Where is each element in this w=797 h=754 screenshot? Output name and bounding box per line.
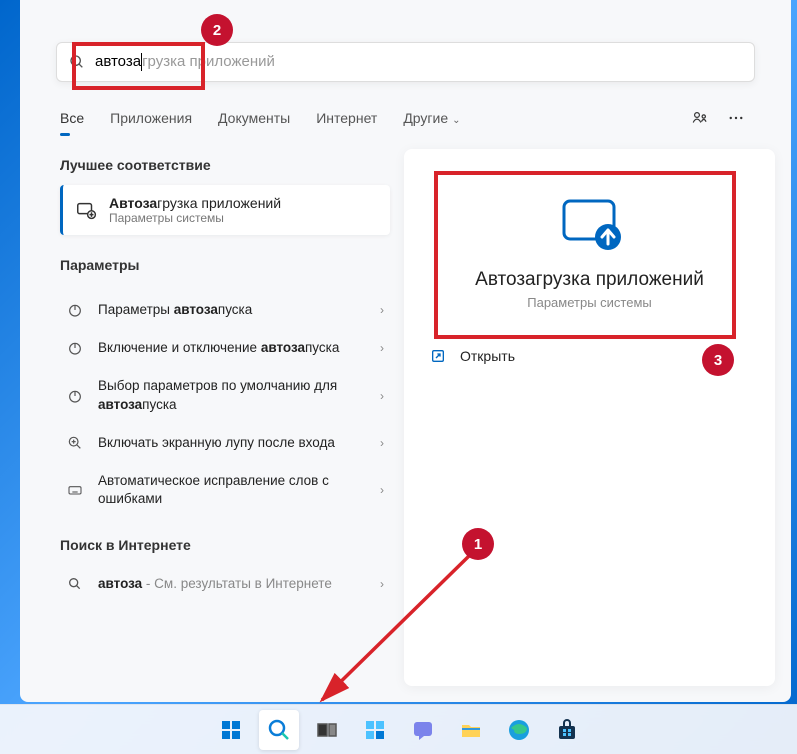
- magnifier-plus-icon: [66, 434, 84, 452]
- search-suggestion: грузка приложений: [142, 53, 275, 70]
- open-action[interactable]: Открыть: [422, 334, 757, 378]
- chevron-right-icon: ›: [380, 436, 384, 450]
- web-search-label: Поиск в Интернете: [60, 537, 390, 553]
- web-search-item[interactable]: автоза - См. результаты в Интернете ›: [60, 565, 390, 603]
- setting-item[interactable]: Выбор параметров по умолчанию для автоза…: [60, 367, 390, 423]
- setting-text: Параметры автозапуска: [98, 301, 366, 319]
- settings-list: Параметры автозапуска›Включение и отключ…: [60, 291, 390, 519]
- search-input[interactable]: автозагрузка приложений: [56, 42, 755, 82]
- taskbar-chat[interactable]: [403, 710, 443, 750]
- chevron-right-icon: ›: [380, 341, 384, 355]
- left-column: Лучшее соответствие Автозагрузка приложе…: [60, 149, 390, 686]
- startup-apps-large-icon: [558, 197, 622, 251]
- settings-label: Параметры: [60, 257, 390, 273]
- preview-subtitle: Параметры системы: [432, 295, 747, 310]
- tab-docs[interactable]: Документы: [218, 102, 290, 134]
- tabs-row: Все Приложения Документы Интернет Другие…: [20, 102, 791, 135]
- search-typed: автоза: [95, 53, 141, 70]
- search-icon: [69, 54, 85, 70]
- tab-all[interactable]: Все: [60, 102, 84, 134]
- taskbar-edge[interactable]: [499, 710, 539, 750]
- keyboard-icon: [66, 481, 84, 499]
- account-icon[interactable]: [685, 103, 715, 133]
- open-icon: [430, 348, 446, 364]
- taskbar-taskview[interactable]: [307, 710, 347, 750]
- chevron-right-icon: ›: [380, 303, 384, 317]
- chevron-down-icon: ⌄: [452, 115, 460, 126]
- chevron-right-icon: ›: [380, 389, 384, 403]
- setting-item[interactable]: Включать экранную лупу после входа ›: [60, 424, 390, 462]
- web-search-text: автоза - См. результаты в Интернете: [98, 575, 366, 593]
- search-text: автозагрузка приложений: [95, 53, 275, 71]
- power-icon: [66, 301, 84, 319]
- taskbar-widgets[interactable]: [355, 710, 395, 750]
- tab-apps[interactable]: Приложения: [110, 102, 192, 134]
- best-match-subtitle: Параметры системы: [109, 211, 281, 225]
- taskbar-store[interactable]: [547, 710, 587, 750]
- chevron-right-icon: ›: [380, 577, 384, 591]
- power-icon: [66, 339, 84, 357]
- taskbar-start[interactable]: [211, 710, 251, 750]
- setting-item[interactable]: Включение и отключение автозапуска ›: [60, 329, 390, 367]
- open-label: Открыть: [460, 348, 515, 364]
- tab-more-label: Другие: [403, 110, 448, 126]
- search-panel: автозагрузка приложений Все Приложения Д…: [20, 0, 791, 702]
- taskbar-explorer[interactable]: [451, 710, 491, 750]
- best-match-label: Лучшее соответствие: [60, 157, 390, 173]
- best-match-title: Автозагрузка приложений: [109, 195, 281, 211]
- setting-item[interactable]: Автоматическое исправление слов с ошибка…: [60, 462, 390, 518]
- setting-item[interactable]: Параметры автозапуска ›: [60, 291, 390, 329]
- taskbar-search[interactable]: [259, 710, 299, 750]
- best-match-item[interactable]: Автозагрузка приложений Параметры систем…: [60, 185, 390, 235]
- power-icon: [66, 387, 84, 405]
- preview-card: Автозагрузка приложений Параметры систем…: [404, 149, 775, 686]
- more-options-icon[interactable]: [721, 103, 751, 133]
- search-icon: [66, 575, 84, 593]
- right-column: Автозагрузка приложений Параметры систем…: [404, 149, 775, 686]
- chevron-right-icon: ›: [380, 483, 384, 497]
- preview-box: Автозагрузка приложений Параметры систем…: [422, 167, 757, 334]
- tab-web[interactable]: Интернет: [316, 102, 377, 134]
- setting-text: Выбор параметров по умолчанию для автоза…: [98, 377, 366, 413]
- setting-text: Включение и отключение автозапуска: [98, 339, 366, 357]
- taskbar: [0, 704, 797, 754]
- search-bar-container: автозагрузка приложений: [20, 0, 791, 82]
- tab-more[interactable]: Другие ⌄: [403, 102, 460, 134]
- content-row: Лучшее соответствие Автозагрузка приложе…: [20, 135, 791, 702]
- startup-apps-icon: [75, 199, 97, 221]
- setting-text: Включать экранную лупу после входа: [98, 434, 366, 452]
- preview-title: Автозагрузка приложений: [432, 269, 747, 291]
- setting-text: Автоматическое исправление слов с ошибка…: [98, 472, 366, 508]
